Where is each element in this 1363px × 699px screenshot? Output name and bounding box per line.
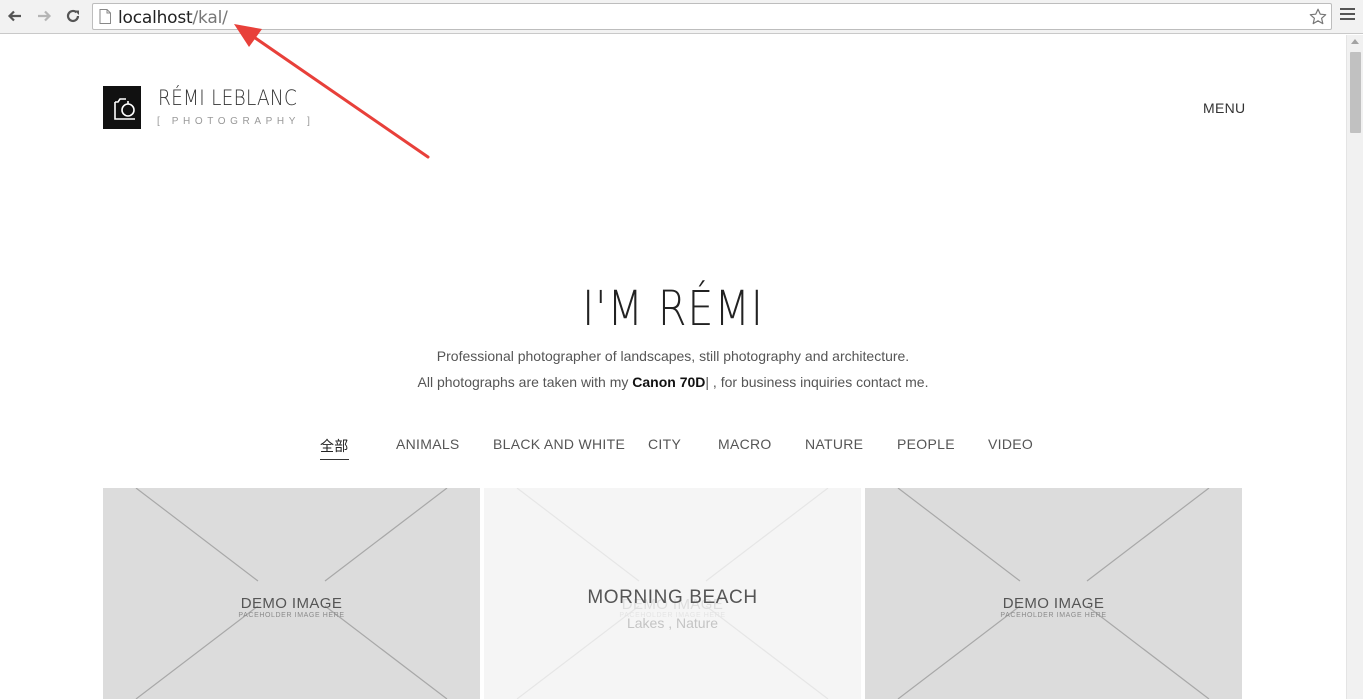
camera-logo-icon[interactable]	[103, 86, 141, 129]
star-icon[interactable]	[1308, 7, 1328, 27]
browser-toolbar: localhost/kal/	[0, 0, 1363, 34]
scroll-thumb[interactable]	[1350, 52, 1361, 133]
menu-button[interactable]: MENU	[1203, 100, 1245, 116]
gallery-item[interactable]: DEMO IMAGE PACEHOLDER IMAGE HERE	[103, 488, 480, 699]
placeholder-image	[865, 488, 1242, 699]
filter-macro[interactable]: MACRO	[718, 436, 772, 452]
filter-city[interactable]: CITY	[648, 436, 681, 452]
filter-nature[interactable]: NATURE	[805, 436, 863, 452]
intro-line-1: Professional photographer of landscapes,…	[436, 348, 910, 364]
brand-name[interactable]: RÉMI LEBLANC	[158, 86, 297, 110]
address-bar[interactable]: localhost/kal/	[92, 3, 1332, 30]
filter-people[interactable]: PEOPLE	[897, 436, 955, 452]
page-icon	[99, 9, 111, 24]
brand-tagline: [ PHOTOGRAPHY ]	[157, 116, 315, 127]
page-title: I'M RÉMI	[582, 281, 764, 337]
placeholder-subtitle: PACEHOLDER IMAGE HERE	[238, 612, 345, 619]
camera-model: Canon 70D	[632, 374, 706, 390]
gallery-item[interactable]: DEMO IMAGE PACEHOLDER IMAGE HERE	[865, 488, 1242, 699]
arrow-left-icon[interactable]	[6, 7, 24, 25]
filter-all[interactable]: 全部	[320, 436, 349, 460]
scroll-up-arrow[interactable]	[1351, 39, 1359, 44]
filter-video[interactable]: VIDEO	[988, 436, 1033, 452]
filter-black-and-white[interactable]: BLACK AND WHITE	[493, 436, 625, 452]
placeholder-subtitle: PACEHOLDER IMAGE HERE	[1000, 612, 1107, 619]
placeholder-image	[103, 488, 480, 699]
intro-line-2: All photographs are taken with my Canon …	[417, 374, 929, 390]
filter-animals[interactable]: ANIMALS	[396, 436, 460, 452]
scrollbar[interactable]	[1346, 35, 1363, 699]
placeholder-title: DEMO IMAGE	[1002, 595, 1105, 612]
address-url[interactable]: localhost/kal/	[118, 8, 228, 28]
gallery-item-title[interactable]: MORNING BEACH	[484, 587, 861, 609]
gallery-item-tags: Lakes , Nature	[626, 615, 719, 631]
reload-icon[interactable]	[64, 7, 82, 25]
placeholder-title: DEMO IMAGE	[240, 595, 343, 612]
portfolio-filters: 全部 ANIMALS BLACK AND WHITE CITY MACRO NA…	[0, 436, 1346, 462]
arrow-right-icon[interactable]	[35, 7, 53, 25]
gallery-item-hovered[interactable]: DEMO IMAGE PACEHOLDER IMAGE HERE MORNING…	[484, 488, 861, 699]
portfolio-grid: DEMO IMAGE PACEHOLDER IMAGE HERE DEMO IM…	[103, 488, 1242, 699]
hamburger-menu-icon[interactable]	[1340, 8, 1355, 24]
